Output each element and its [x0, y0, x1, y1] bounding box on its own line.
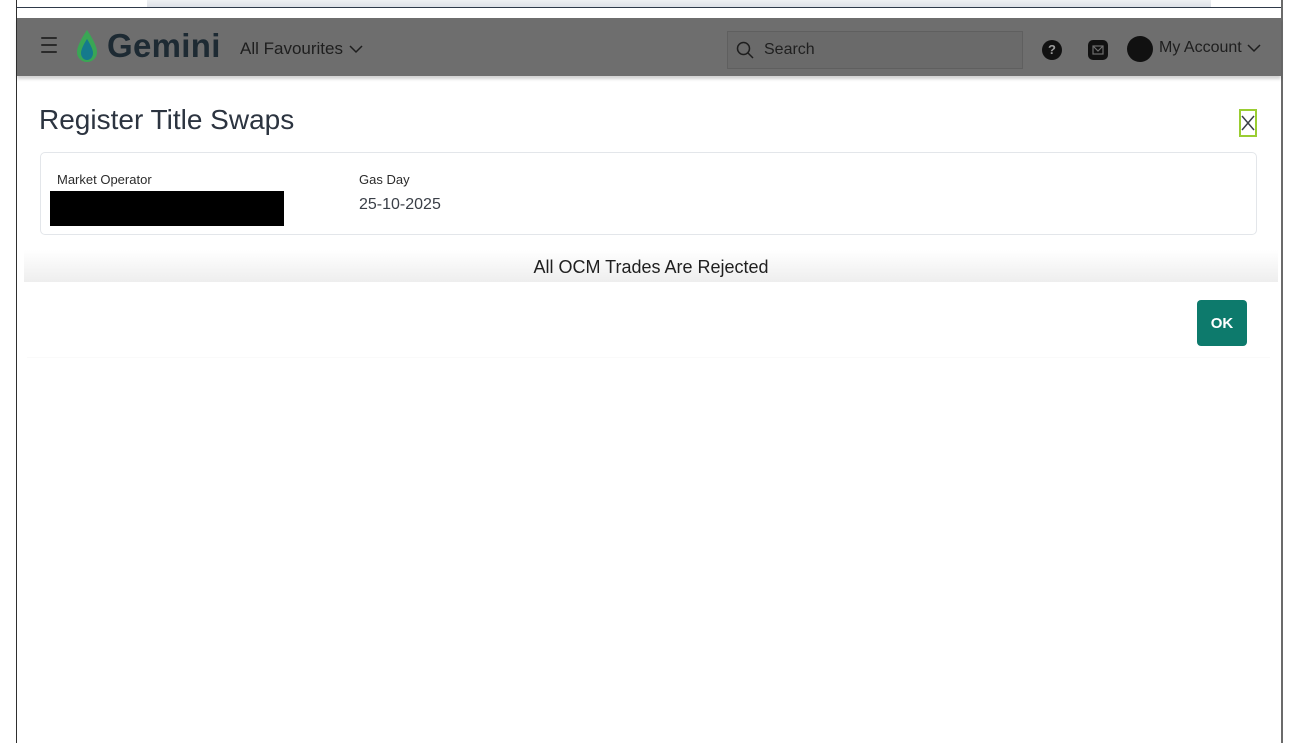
market-operator-label: Market Operator	[57, 172, 152, 187]
avatar[interactable]	[1127, 36, 1153, 62]
mail-icon[interactable]	[1088, 40, 1108, 60]
favourites-label: All Favourites	[240, 39, 343, 58]
close-icon	[1241, 115, 1255, 131]
gemini-logo-drop-icon	[77, 30, 97, 62]
search-box[interactable]	[727, 31, 1023, 69]
gas-day-value: 25-10-2025	[359, 196, 441, 213]
account-label: My Account	[1159, 39, 1242, 56]
chevron-down-icon	[1247, 44, 1261, 53]
dialog-body	[27, 282, 1270, 357]
market-operator-redacted-value	[50, 191, 284, 226]
help-icon[interactable]: ?	[1042, 40, 1062, 60]
account-menu[interactable]: My Account	[1159, 39, 1261, 57]
top-strip-shade	[147, 0, 1211, 7]
app-window: Gemini All Favourites ? My Account	[16, 0, 1283, 743]
favourites-dropdown[interactable]: All Favourites	[240, 39, 363, 59]
page-title: Register Title Swaps	[39, 104, 295, 135]
brand-name: Gemini	[107, 27, 221, 64]
chevron-down-icon	[349, 45, 363, 54]
hamburger-menu-icon[interactable]	[41, 37, 57, 53]
window-top-strip	[17, 0, 1281, 8]
search-input[interactable]	[762, 40, 1006, 60]
rejection-message: All OCM Trades Are Rejected	[24, 250, 1278, 282]
ok-button[interactable]: OK	[1197, 300, 1247, 346]
search-icon	[736, 41, 754, 59]
gas-day-label: Gas Day	[359, 172, 410, 187]
details-card: Market Operator Gas Day 25-10-2025	[40, 152, 1257, 235]
top-navbar: Gemini All Favourites ? My Account	[17, 18, 1281, 76]
close-button[interactable]	[1239, 109, 1257, 137]
